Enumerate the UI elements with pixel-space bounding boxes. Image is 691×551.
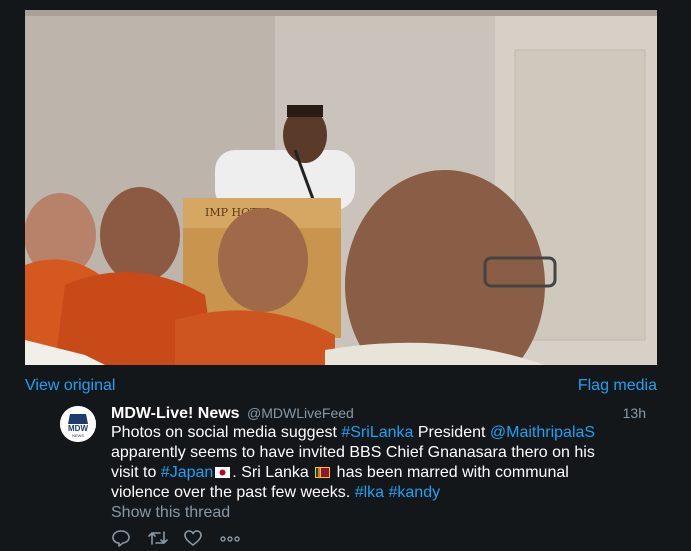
retweet-icon [148,531,168,545]
photo-image: IMP HOTEL [25,10,657,365]
like-icon [184,530,202,546]
tweet-text-segment: Photos on social media suggest [111,424,342,441]
show-thread-link[interactable]: Show this thread [111,503,681,523]
tweet-link[interactable]: #Japan [161,464,214,481]
tweet-timestamp[interactable]: 13h [623,405,646,421]
author-name[interactable]: MDW-Live! News [111,405,240,422]
tweet-actions [111,527,255,549]
avatar-text: MDW [68,424,88,433]
tweet-text-segment: President [413,424,490,441]
retweet-button[interactable] [147,527,183,549]
like-button[interactable] [183,527,219,549]
avatar[interactable]: MDW NEWS [60,406,96,442]
mdw-logo-icon: MDW NEWS [60,406,96,442]
tweet-link[interactable]: @MaithripalaS [490,424,595,441]
more-button[interactable] [219,527,255,549]
author-handle[interactable]: @MDWLiveFeed [247,405,354,421]
reply-button[interactable] [111,527,147,549]
flag-media-link[interactable]: Flag media [578,377,657,395]
reply-icon [112,530,130,547]
sri-lanka-flag-icon [315,467,331,478]
media-actions: View original Flag media [25,377,657,397]
tweet-text: Photos on social media suggest #SriLanka… [111,423,611,503]
tweet-link[interactable]: #kandy [389,484,441,501]
avatar-subtext: NEWS [72,433,84,438]
tweet-link[interactable]: #SriLanka [341,424,413,441]
more-icon [220,536,240,542]
tweet-header: MDW-Live! News @MDWLiveFeed [111,403,681,423]
tweet-content: MDW-Live! News @MDWLiveFeed 13h Photos o… [111,403,681,523]
view-original-link[interactable]: View original [25,377,115,395]
tweet-text-segment: . Sri Lanka [232,464,314,481]
tweet-photo[interactable]: IMP HOTEL [25,10,657,365]
tweet-link[interactable]: #lka [355,484,384,501]
japan-flag-icon [215,467,231,478]
